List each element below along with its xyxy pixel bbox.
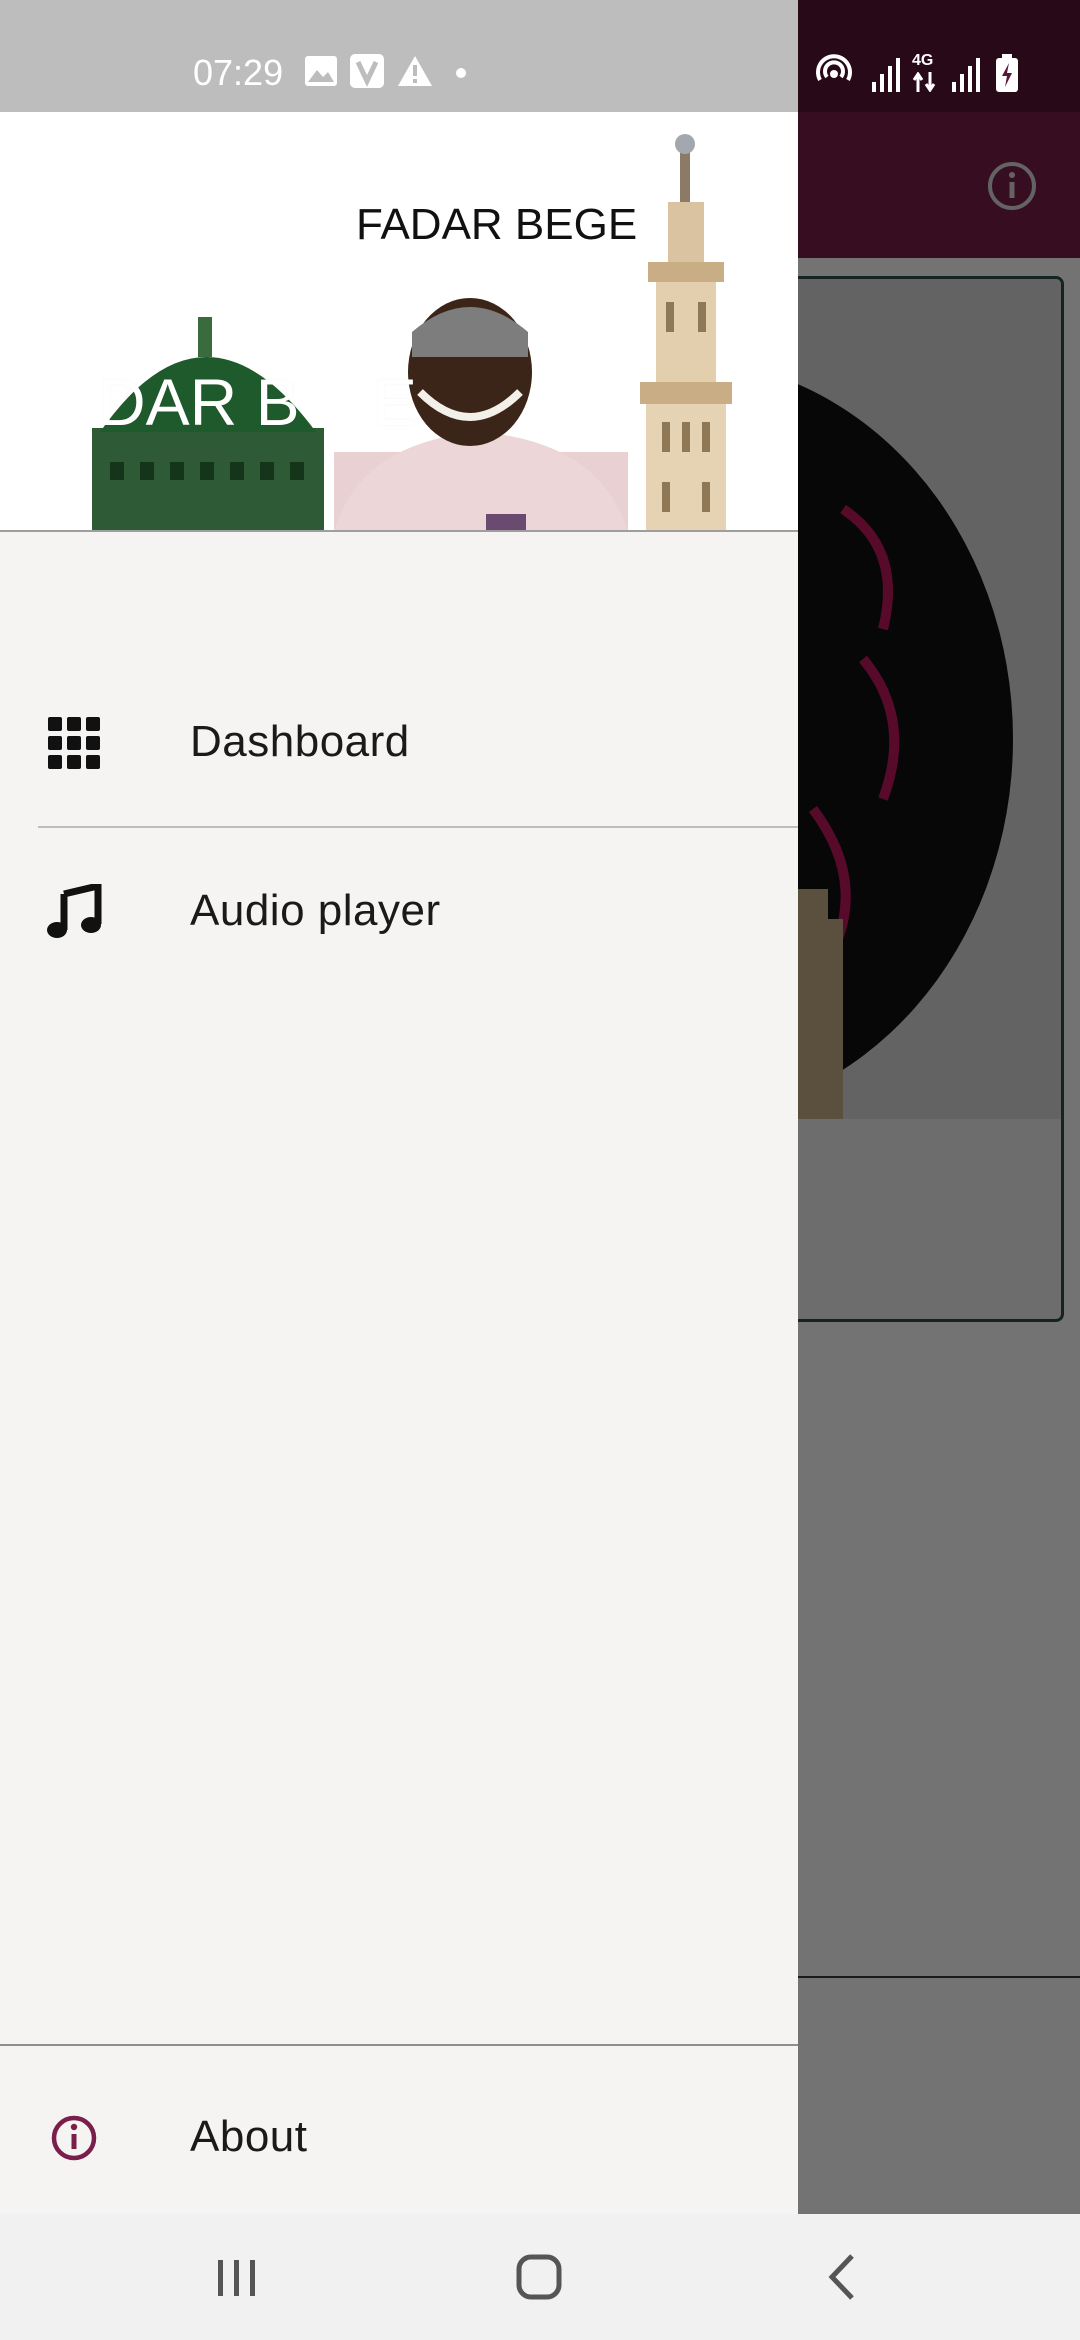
gallery-icon <box>305 56 337 86</box>
warning-icon <box>398 56 432 86</box>
menu-item-about[interactable]: About <box>0 2062 798 2212</box>
status-bar: 07:29 <box>0 0 798 112</box>
status-time: 07:29 <box>193 52 284 93</box>
v-app-icon <box>350 54 384 88</box>
music-note-icon <box>47 884 102 938</box>
menu-divider <box>38 826 798 828</box>
data-arrows-icon <box>912 72 936 92</box>
home-icon[interactable] <box>504 2246 574 2308</box>
menu-item-label: Audio player <box>190 886 441 935</box>
battery-charging-icon <box>996 54 1018 92</box>
info-icon <box>51 2115 97 2161</box>
drawer-header: FADAR BEGE DAR B E <box>0 112 798 532</box>
signal-icon <box>872 58 900 92</box>
menu-item-audio-player[interactable]: Audio player <box>0 838 798 988</box>
system-navigation-bar <box>0 2214 1080 2340</box>
navigation-drawer: 07:29 FADAR BEGE DAR B E Dashboard Audio… <box>0 0 798 2214</box>
grid-icon <box>48 717 100 769</box>
menu-item-dashboard[interactable]: Dashboard <box>0 665 798 815</box>
hotspot-icon <box>816 54 852 81</box>
status-icons: 4G <box>800 48 1070 98</box>
menu-item-label: About <box>190 2112 308 2161</box>
back-icon[interactable] <box>808 2246 878 2308</box>
header-watermark-text: DAR B E <box>98 365 418 439</box>
recent-apps-icon[interactable] <box>202 2246 272 2308</box>
header-title: FADAR BEGE <box>356 200 638 249</box>
network-type-label: 4G <box>912 52 934 69</box>
header-artwork <box>92 134 732 530</box>
signal-icon-2 <box>952 58 980 92</box>
footer-divider <box>0 2044 798 2046</box>
menu-item-label: Dashboard <box>190 717 410 766</box>
notification-dot-icon <box>456 68 466 78</box>
